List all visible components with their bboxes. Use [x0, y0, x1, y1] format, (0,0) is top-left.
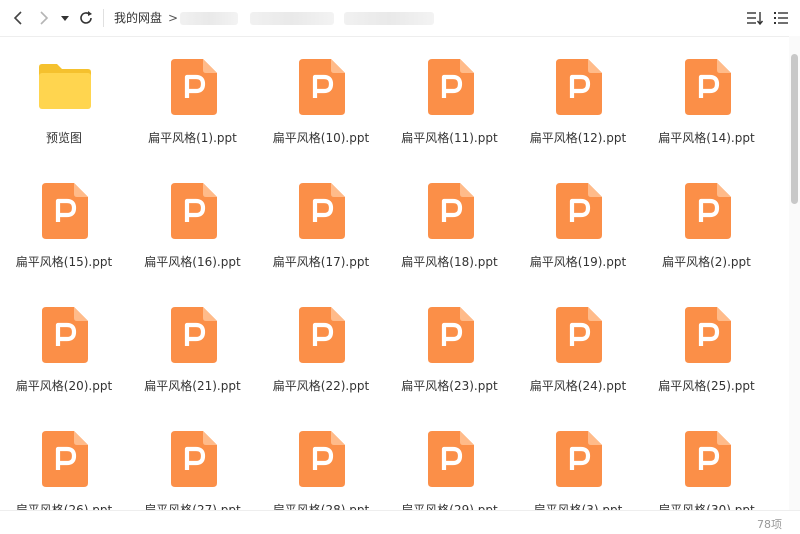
file-name: 扁平风格(1).ppt: [148, 131, 237, 145]
ppt-file-icon: [426, 181, 476, 241]
file-name: 扁平风格(21).ppt: [144, 379, 241, 393]
file-item[interactable]: 扁平风格(28).ppt: [257, 408, 385, 510]
file-name: 扁平风格(11).ppt: [401, 131, 498, 145]
toolbar: 我的网盘 >: [0, 0, 800, 37]
breadcrumb-redacted: [180, 12, 238, 25]
file-name: 扁平风格(23).ppt: [401, 379, 498, 393]
view-mode-button[interactable]: [772, 9, 790, 27]
caret-down-icon: [61, 16, 69, 21]
sort-button[interactable]: [746, 9, 764, 27]
list-view-icon: [774, 12, 788, 24]
ppt-file-icon: [683, 57, 733, 117]
ppt-file-icon: [40, 429, 90, 489]
breadcrumb-separator: >: [168, 11, 179, 25]
file-item[interactable]: 扁平风格(2).ppt: [643, 160, 771, 284]
folder-item[interactable]: 预览图: [0, 36, 128, 160]
file-item[interactable]: 扁平风格(25).ppt: [643, 284, 771, 408]
ppt-file-icon: [554, 305, 604, 365]
file-name: 扁平风格(12).ppt: [529, 131, 627, 145]
scroll-thumb[interactable]: [791, 54, 798, 204]
refresh-button[interactable]: [76, 8, 96, 28]
file-item[interactable]: 扁平风格(26).ppt: [0, 408, 128, 510]
folder-icon: [39, 57, 91, 117]
file-name: 预览图: [45, 131, 82, 145]
file-item[interactable]: 扁平风格(14).ppt: [643, 36, 771, 160]
ppt-file-icon: [683, 181, 733, 241]
ppt-file-icon: [297, 57, 347, 117]
ppt-file-icon: [554, 57, 604, 117]
ppt-file-icon: [683, 429, 733, 489]
ppt-file-icon: [169, 429, 219, 489]
file-item[interactable]: 扁平风格(29).ppt: [386, 408, 514, 510]
ppt-file-icon: [426, 305, 476, 365]
file-item[interactable]: 扁平风格(20).ppt: [0, 284, 128, 408]
ppt-file-icon: [554, 429, 604, 489]
file-item[interactable]: 扁平风格(10).ppt: [257, 36, 385, 160]
breadcrumb-redacted: [344, 12, 434, 25]
forward-button[interactable]: [34, 8, 54, 28]
file-grid: 预览图 扁平风格(1).ppt 扁平风格(10).ppt 扁平风格(11).ppt 扁平…: [0, 36, 790, 510]
ppt-file-icon: [40, 305, 90, 365]
ppt-file-icon: [426, 57, 476, 117]
file-name: 扁平风格(22).ppt: [272, 379, 370, 393]
file-name: 扁平风格(18).ppt: [401, 255, 498, 269]
ppt-file-icon: [169, 57, 219, 117]
file-name: 扁平风格(10).ppt: [272, 131, 370, 145]
file-item[interactable]: 扁平风格(11).ppt: [386, 36, 514, 160]
file-item[interactable]: 扁平风格(16).ppt: [129, 160, 257, 284]
refresh-icon: [80, 11, 92, 24]
ppt-file-icon: [426, 429, 476, 489]
sort-icon: [747, 12, 764, 26]
file-item[interactable]: 扁平风格(18).ppt: [386, 160, 514, 284]
file-name: 扁平风格(17).ppt: [272, 255, 370, 269]
file-name: 扁平风格(27).ppt: [144, 503, 241, 510]
file-item[interactable]: 扁平风格(24).ppt: [514, 284, 642, 408]
chevron-right-icon: [40, 11, 49, 25]
file-item[interactable]: 扁平风格(27).ppt: [129, 408, 257, 510]
ppt-file-icon: [297, 429, 347, 489]
file-name: 扁平风格(25).ppt: [658, 379, 755, 393]
history-dropdown-button[interactable]: [58, 8, 72, 28]
file-name: 扁平风格(29).ppt: [401, 503, 498, 510]
file-name: 扁平风格(16).ppt: [144, 255, 241, 269]
file-item[interactable]: 扁平风格(12).ppt: [514, 36, 642, 160]
back-button[interactable]: [8, 8, 28, 28]
file-item[interactable]: 扁平风格(17).ppt: [257, 160, 385, 284]
chevron-left-icon: [13, 11, 22, 25]
file-name: 扁平风格(28).ppt: [272, 503, 370, 510]
breadcrumb-redacted: [250, 12, 334, 25]
file-item[interactable]: 扁平风格(23).ppt: [386, 284, 514, 408]
breadcrumb-root[interactable]: 我的网盘: [114, 10, 162, 26]
file-name: 扁平风格(24).ppt: [529, 379, 627, 393]
file-name: 扁平风格(15).ppt: [15, 255, 113, 269]
file-name: 扁平风格(30).ppt: [658, 503, 755, 510]
file-item[interactable]: 扁平风格(19).ppt: [514, 160, 642, 284]
file-name: 扁平风格(3).ppt: [533, 503, 623, 510]
file-item[interactable]: 扁平风格(21).ppt: [129, 284, 257, 408]
file-item[interactable]: 扁平风格(3).ppt: [514, 408, 642, 510]
ppt-file-icon: [169, 305, 219, 365]
file-item[interactable]: 扁平风格(1).ppt: [129, 36, 257, 160]
ppt-file-icon: [169, 181, 219, 241]
status-bar: 78项: [0, 510, 800, 534]
file-name: 扁平风格(2).ppt: [662, 255, 751, 269]
file-name: 扁平风格(19).ppt: [529, 255, 627, 269]
file-name: 扁平风格(20).ppt: [15, 379, 113, 393]
ppt-file-icon: [554, 181, 604, 241]
item-count: 78项: [757, 518, 782, 531]
ppt-file-icon: [297, 181, 347, 241]
ppt-file-icon: [683, 305, 733, 365]
toolbar-divider: [103, 9, 104, 27]
vertical-scrollbar[interactable]: [789, 36, 800, 510]
file-item[interactable]: 扁平风格(15).ppt: [0, 160, 128, 284]
ppt-file-icon: [40, 181, 90, 241]
file-name: 扁平风格(26).ppt: [15, 503, 113, 510]
file-item[interactable]: 扁平风格(22).ppt: [257, 284, 385, 408]
file-item[interactable]: 扁平风格(30).ppt: [643, 408, 771, 510]
ppt-file-icon: [297, 305, 347, 365]
file-name: 扁平风格(14).ppt: [658, 131, 755, 145]
